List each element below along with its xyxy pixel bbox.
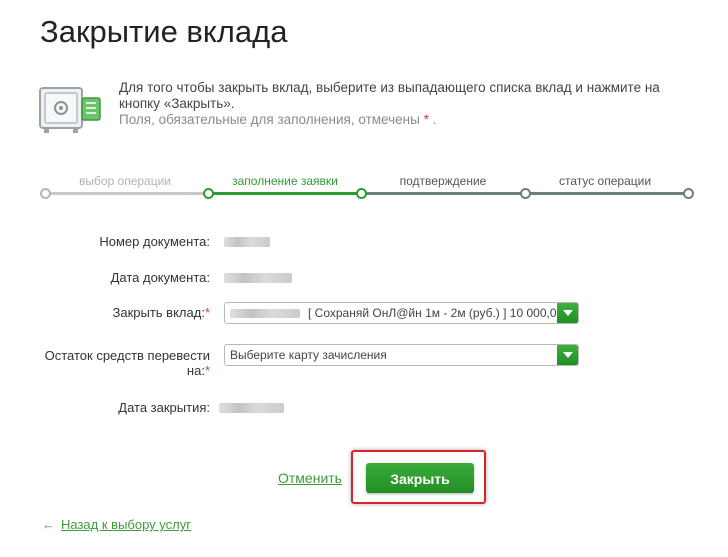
doc-date-label: Дата документа: — [110, 270, 210, 285]
safe-icon — [39, 87, 101, 133]
arrow-left-icon: ← — [42, 517, 55, 532]
step-dot-4 — [520, 188, 531, 199]
deposit-account-redacted — [230, 309, 300, 318]
step-label-selection: выбор операции — [78, 174, 172, 188]
close-deposit-label: Закрыть вклад:* — [112, 305, 211, 320]
step-label-status: статус операции — [558, 174, 652, 188]
transfer-label: Остаток средств перевести на:* — [44, 348, 210, 378]
chevron-down-icon[interactable] — [557, 345, 578, 365]
close-date-label: Дата закрытия: — [118, 400, 210, 415]
card-select[interactable]: Выберите карту зачисления — [224, 344, 579, 366]
required-hint: Поля, обязательные для заполнения, отмеч… — [119, 112, 437, 127]
step-dot-2 — [203, 188, 214, 199]
close-date-value-redacted — [219, 403, 284, 413]
progress-steps: выбор операции заполнение заявки подтвер… — [40, 172, 694, 202]
step-dot-1 — [40, 188, 51, 199]
chevron-down-icon[interactable] — [557, 303, 578, 323]
deposit-select[interactable]: [ Сохраняй ОнЛ@йн 1м - 2м (руб.) ] 10 00… — [224, 302, 579, 324]
doc-number-value-redacted — [224, 237, 270, 247]
step-label-confirmation: подтверждение — [399, 174, 487, 188]
step-dot-5 — [683, 188, 694, 199]
back-link-label: Назад к выбору услуг — [61, 517, 191, 532]
page-title: Закрытие вклада — [40, 14, 288, 49]
progress-segment-done — [44, 192, 208, 195]
card-select-placeholder: Выберите карту зачисления — [230, 348, 387, 362]
close-deposit-button[interactable]: Закрыть — [366, 463, 474, 493]
step-label-filling: заполнение заявки — [232, 174, 338, 188]
cancel-link[interactable]: Отменить — [278, 470, 342, 486]
intro-instruction: Для того чтобы закрыть вклад, выберите и… — [119, 80, 660, 111]
intro-text: Для того чтобы закрыть вклад, выберите и… — [119, 80, 699, 128]
deposit-select-value: [ Сохраняй ОнЛ@йн 1м - 2м (руб.) ] 10 00… — [308, 306, 564, 320]
progress-segment-current — [208, 192, 361, 195]
doc-number-label: Номер документа: — [99, 234, 210, 249]
step-dot-3 — [356, 188, 367, 199]
back-to-services-link[interactable]: ← Назад к выбору услуг — [42, 517, 191, 532]
doc-date-value-redacted — [224, 273, 292, 283]
